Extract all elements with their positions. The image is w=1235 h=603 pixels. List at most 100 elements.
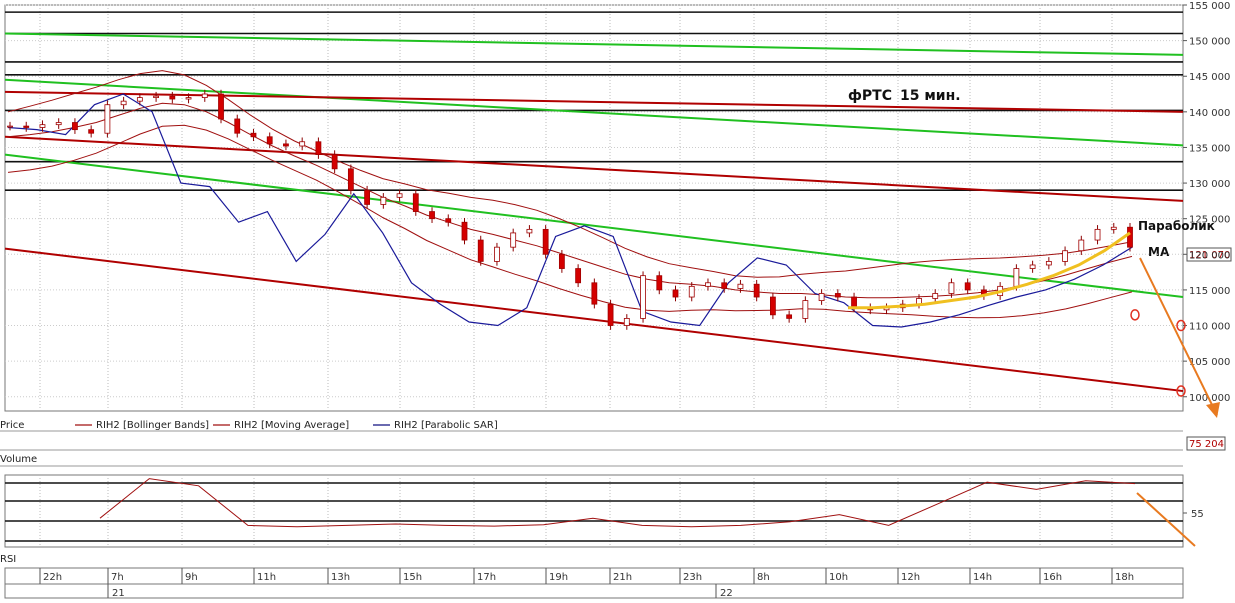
candle-body: [753, 283, 760, 298]
x-tick-label: 9h: [185, 572, 198, 583]
candle-body: [1013, 268, 1020, 287]
legend-label: RIH2 [Bollinger Bands]: [96, 420, 209, 431]
candle-body: [834, 293, 841, 298]
x-tick-label: 17h: [477, 572, 496, 583]
x-tick-label: 14h: [973, 572, 992, 583]
candle-body: [315, 141, 322, 155]
candle-body: [964, 282, 971, 291]
candle-body: [88, 129, 95, 134]
candle-body: [120, 100, 127, 106]
candle-body: [591, 282, 598, 305]
x-tick-label: 11h: [257, 572, 276, 583]
candle-body: [299, 141, 306, 147]
candle-body: [932, 293, 939, 299]
candle-body: [7, 125, 13, 128]
candle-body: [445, 218, 452, 223]
candle-body: [721, 282, 728, 289]
annotation-ma: МА: [1148, 245, 1170, 259]
y-tick-label: 145 000: [1189, 72, 1230, 83]
date-label: 22: [720, 588, 733, 599]
candle-body: [55, 122, 62, 126]
x-tick-label: 15h: [403, 572, 422, 583]
rsi-tick-label: 55: [1191, 509, 1204, 520]
candle-body: [802, 300, 809, 319]
candle-body: [477, 239, 484, 262]
candle-body: [688, 285, 695, 298]
y-tick-label: 155 000: [1189, 1, 1230, 12]
chart-canvas: Volume 75 204 RSI фРТС 15 мин. Параболик…: [0, 1, 1232, 599]
forecast-arrow-head: [1206, 402, 1220, 418]
candle-body: [72, 122, 78, 131]
candle-body: [786, 314, 793, 319]
candle-body: [185, 97, 192, 100]
y-tick-label: 115 000: [1189, 286, 1230, 297]
candle-body: [1029, 264, 1036, 269]
chart-title: фРТС: [848, 88, 892, 104]
chart-subtitle: 15 мин.: [900, 88, 961, 104]
candle-body: [1127, 226, 1133, 248]
candle-body: [575, 268, 582, 284]
candle-body: [218, 93, 224, 120]
y-tick-label: 140 000: [1189, 108, 1230, 119]
candle-body: [510, 232, 517, 248]
legend-label: RIH2 [Moving Average]: [234, 420, 349, 431]
candle-body: [1110, 226, 1117, 230]
candle-body: [623, 318, 630, 326]
date-label: 21: [112, 588, 125, 599]
legend-label: RIH2 [Parabolic SAR]: [394, 420, 498, 431]
candle-body: [429, 211, 435, 220]
candle-body: [1094, 228, 1101, 241]
candle-body: [542, 228, 549, 255]
candle-body: [607, 303, 614, 326]
legend-label: Price: [0, 420, 24, 431]
candle-body: [1062, 250, 1068, 262]
x-tick-label: 23h: [683, 572, 702, 583]
candle-body: [364, 189, 371, 205]
y-tick-label: 130 000: [1189, 179, 1230, 190]
candle-body: [153, 95, 159, 98]
x-tick-label: 16h: [1043, 572, 1062, 583]
y-tick-label: 125 000: [1189, 215, 1230, 226]
y-tick-label: 110 000: [1189, 322, 1230, 333]
candle-body: [380, 196, 387, 205]
y-tick-label: 135 000: [1189, 143, 1230, 154]
candle-body: [201, 93, 208, 98]
candle-body: [283, 143, 289, 147]
volume-panel-label: Volume: [0, 454, 37, 465]
candle-body: [39, 124, 46, 128]
candle-body: [640, 275, 646, 319]
candle-body: [250, 132, 257, 138]
candle-body: [769, 296, 776, 316]
x-tick-label: 10h: [829, 572, 848, 583]
y-tick-label: 150 000: [1189, 37, 1230, 48]
x-tick-label: 7h: [111, 572, 124, 583]
candle-body: [494, 246, 500, 262]
x-tick-label: 18h: [1115, 572, 1134, 583]
y-tick-label: 105 000: [1189, 357, 1230, 368]
candle-body: [818, 293, 825, 301]
candle-body: [1045, 261, 1052, 266]
candle-body: [672, 289, 679, 298]
candle-body: [656, 275, 663, 291]
candle-body: [234, 118, 241, 134]
candle-body: [266, 136, 273, 145]
candle-body: [948, 282, 955, 294]
candle-body: [169, 95, 176, 100]
rsi-panel-label: RSI: [0, 554, 16, 565]
candle-body: [23, 125, 30, 128]
x-tick-label: 19h: [549, 572, 568, 583]
candle-body: [396, 193, 403, 198]
x-tick-label: 22h: [43, 572, 62, 583]
volume-value-text: 75 204: [1189, 439, 1224, 450]
x-tick-label: 12h: [901, 572, 920, 583]
x-tick-label: 8h: [757, 572, 770, 583]
x-tick-label: 13h: [331, 572, 350, 583]
candle-body: [347, 168, 354, 191]
candle-body: [461, 221, 468, 241]
candle-body: [1078, 239, 1085, 252]
candle-body: [136, 97, 143, 102]
candle-body: [851, 296, 857, 309]
candle-body: [526, 228, 533, 234]
candle-body: [331, 154, 338, 170]
candle-body: [737, 283, 744, 289]
